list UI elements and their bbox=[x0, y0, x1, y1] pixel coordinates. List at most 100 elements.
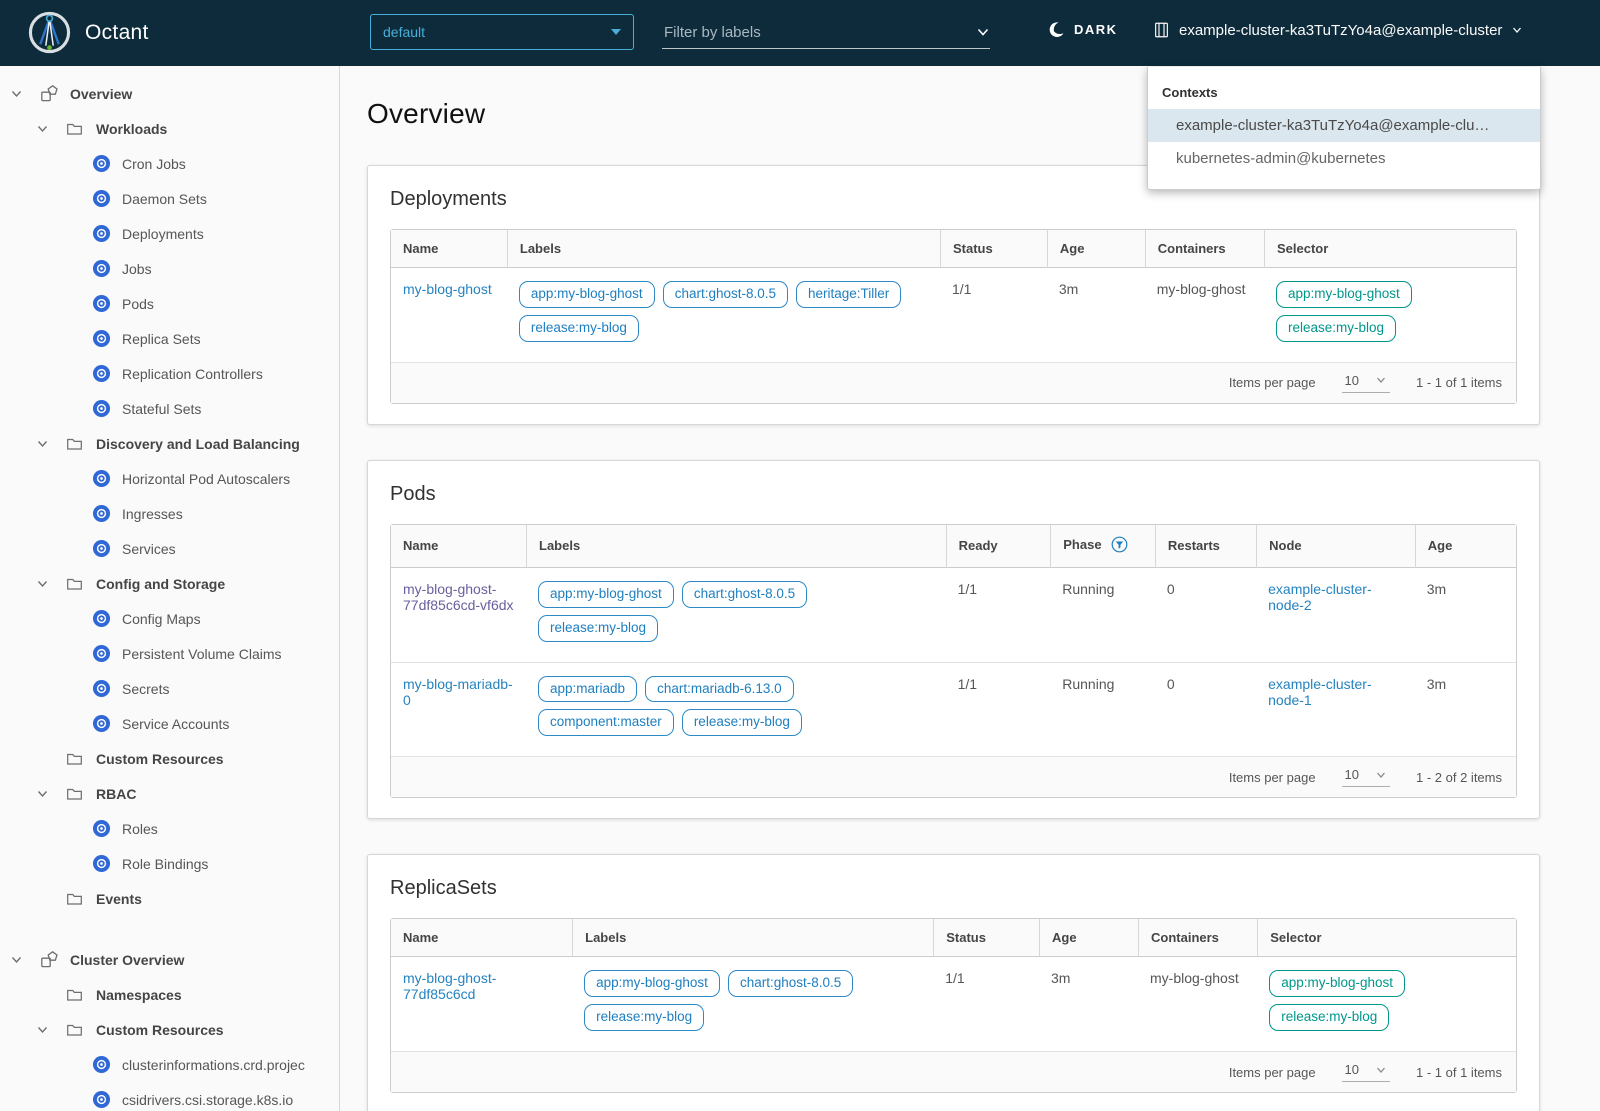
sidebar-item-secrets[interactable]: Secrets bbox=[0, 671, 339, 706]
namespace-select[interactable]: default bbox=[370, 14, 634, 50]
sidebar-item-roles[interactable]: Roles bbox=[0, 811, 339, 846]
dark-mode-toggle[interactable]: DARK bbox=[1048, 21, 1118, 38]
sidebar-item-csidrivers-csi-storage-k8s-io[interactable]: csidrivers.csi.storage.k8s.io bbox=[0, 1082, 339, 1111]
cluster-icon bbox=[1153, 21, 1170, 39]
page-size-select[interactable]: 10 bbox=[1341, 767, 1391, 788]
resource-link[interactable]: my-blog-ghost-77df85c6cd-vf6dx bbox=[403, 581, 514, 613]
octant-logo-icon bbox=[28, 11, 71, 54]
sidebar-item-services[interactable]: Services bbox=[0, 531, 339, 566]
sidebar-item-cron-jobs[interactable]: Cron Jobs bbox=[0, 146, 339, 181]
cron-jobs-icon bbox=[92, 154, 122, 173]
column-header-status[interactable]: Status bbox=[933, 919, 1039, 958]
label-pill: release:my-blog bbox=[1276, 314, 1397, 342]
context-menu-item[interactable]: example-cluster-ka3TuTzYo4a@example-clu… bbox=[1148, 109, 1540, 142]
sidebar-item-config-maps[interactable]: Config Maps bbox=[0, 601, 339, 636]
sidebar-item-service-accounts[interactable]: Service Accounts bbox=[0, 706, 339, 741]
column-header-restarts[interactable]: Restarts bbox=[1154, 524, 1257, 568]
sidebar-item-horizontal-pod-autoscalers[interactable]: Horizontal Pod Autoscalers bbox=[0, 461, 339, 496]
folder-icon bbox=[66, 785, 96, 802]
resource-link[interactable]: example-cluster-node-1 bbox=[1268, 676, 1371, 708]
sidebar-item-pods[interactable]: Pods bbox=[0, 286, 339, 321]
sidebar-item-label: Events bbox=[96, 890, 142, 907]
sidebar-item-daemon-sets[interactable]: Daemon Sets bbox=[0, 181, 339, 216]
sidebar-item-discovery-and-load-balancing[interactable]: Discovery and Load Balancing bbox=[0, 426, 339, 461]
brand: Octant bbox=[28, 11, 149, 54]
column-header-name[interactable]: Name bbox=[391, 230, 507, 268]
context-menu-item[interactable]: kubernetes-admin@kubernetes bbox=[1148, 142, 1540, 175]
column-header-containers[interactable]: Containers bbox=[1144, 230, 1264, 268]
column-header-phase[interactable]: Phase bbox=[1050, 524, 1155, 568]
column-header-containers[interactable]: Containers bbox=[1138, 919, 1258, 958]
deployments-table: Name Labels Status Age Containers Selector my-… bbox=[390, 229, 1517, 404]
chevron-down-icon[interactable] bbox=[10, 953, 40, 966]
sidebar-item-config-and-storage[interactable]: Config and Storage bbox=[0, 566, 339, 601]
sidebar-item-label: clusterinformations.crd.projec bbox=[122, 1056, 305, 1073]
sidebar-item-replica-sets[interactable]: Replica Sets bbox=[0, 321, 339, 356]
resource-link[interactable]: my-blog-ghost-77df85c6cd bbox=[403, 970, 496, 1002]
chevron-down-icon[interactable] bbox=[976, 25, 990, 39]
column-header-node[interactable]: Node bbox=[1256, 524, 1415, 568]
column-header-status[interactable]: Status bbox=[940, 230, 1047, 268]
column-header-selector[interactable]: Selector bbox=[1257, 919, 1516, 958]
sidebar-item-label: Custom Resources bbox=[96, 750, 224, 767]
label-pill: heritage:Tiller bbox=[796, 281, 902, 308]
column-header-selector[interactable]: Selector bbox=[1264, 230, 1516, 268]
column-header-ready[interactable]: Ready bbox=[945, 524, 1051, 568]
column-header-age[interactable]: Age bbox=[1039, 919, 1138, 958]
chevron-down-icon[interactable] bbox=[36, 787, 66, 800]
sidebar-item-jobs[interactable]: Jobs bbox=[0, 251, 339, 286]
resource-link[interactable]: example-cluster-node-2 bbox=[1268, 581, 1371, 613]
column-header-name[interactable]: Name bbox=[391, 919, 573, 958]
sidebar-item-events[interactable]: Events bbox=[0, 881, 339, 916]
chevron-down-icon[interactable] bbox=[36, 577, 66, 590]
sidebar-item-custom-resources[interactable]: Custom Resources bbox=[0, 1012, 339, 1047]
sidebar-item-role-bindings[interactable]: Role Bindings bbox=[0, 846, 339, 881]
label-pill: release:my-blog bbox=[518, 314, 639, 342]
column-header-labels[interactable]: Labels bbox=[526, 524, 946, 568]
sidebar-item-rbac[interactable]: RBAC bbox=[0, 776, 339, 811]
sidebar-item-custom-resources[interactable]: Custom Resources bbox=[0, 741, 339, 776]
page-size-select[interactable]: 10 bbox=[1341, 1062, 1391, 1082]
chevron-down-icon[interactable] bbox=[36, 437, 66, 450]
label-pill: chart:mariadb-6.13.0 bbox=[645, 675, 794, 703]
sidebar-item-workloads[interactable]: Workloads bbox=[0, 111, 339, 146]
column-header-labels[interactable]: Labels bbox=[506, 230, 940, 268]
column-header-labels[interactable]: Labels bbox=[572, 919, 934, 958]
column-header-age[interactable]: Age bbox=[1414, 524, 1516, 568]
sidebar-item-label: Pods bbox=[122, 295, 154, 312]
label-pill: app:my-blog-ghost bbox=[584, 970, 720, 998]
sidebar-item-replication-controllers[interactable]: Replication Controllers bbox=[0, 356, 339, 391]
sidebar-item-deployments[interactable]: Deployments bbox=[0, 216, 339, 251]
label-pill: app:mariadb bbox=[538, 675, 638, 703]
sidebar-item-ingresses[interactable]: Ingresses bbox=[0, 496, 339, 531]
sidebar-item-clusterinformations-crd-projec[interactable]: clusterinformations.crd.projec bbox=[0, 1047, 339, 1082]
context-label: example-cluster-ka3TuTzYo4a@example-clus… bbox=[1179, 21, 1503, 39]
column-header-name[interactable]: Name bbox=[391, 524, 526, 568]
pagination-range: 1 - 1 of 1 items bbox=[1416, 375, 1502, 391]
chevron-down-icon[interactable] bbox=[36, 122, 66, 135]
context-switcher[interactable]: example-cluster-ka3TuTzYo4a@example-clus… bbox=[1153, 21, 1523, 39]
label-pill: release:my-blog bbox=[584, 1004, 705, 1031]
sidebar-item-label: Roles bbox=[122, 820, 158, 837]
chevron-down-icon[interactable] bbox=[36, 1023, 66, 1036]
cell-text: Running bbox=[1062, 580, 1115, 597]
sidebar-item-label: Workloads bbox=[96, 120, 168, 137]
chevron-down-icon bbox=[1513, 27, 1522, 33]
label-pill: chart:ghost-8.0.5 bbox=[681, 580, 808, 608]
resource-link[interactable]: my-blog-ghost bbox=[403, 281, 492, 297]
label-filter-input[interactable] bbox=[662, 22, 946, 42]
folder-icon bbox=[66, 890, 96, 907]
sidebar-item-label: Overview bbox=[70, 85, 133, 102]
resource-link[interactable]: my-blog-mariadb-0 bbox=[403, 676, 513, 708]
sidebar-item-cluster-overview[interactable]: Cluster Overview bbox=[0, 942, 339, 977]
table-row: my-blog-ghost-77df85c6cd-vf6dx app:my-blo… bbox=[391, 567, 1516, 662]
chevron-down-icon[interactable] bbox=[10, 87, 40, 100]
config-maps-icon bbox=[92, 609, 122, 628]
sidebar-item-overview[interactable]: Overview bbox=[0, 76, 339, 111]
page-size-select[interactable]: 10 bbox=[1341, 373, 1391, 393]
filter-icon[interactable] bbox=[1111, 536, 1128, 556]
sidebar-item-namespaces[interactable]: Namespaces bbox=[0, 977, 339, 1012]
sidebar-item-persistent-volume-claims[interactable]: Persistent Volume Claims bbox=[0, 636, 339, 671]
sidebar-item-stateful-sets[interactable]: Stateful Sets bbox=[0, 391, 339, 426]
column-header-age[interactable]: Age bbox=[1046, 230, 1145, 268]
